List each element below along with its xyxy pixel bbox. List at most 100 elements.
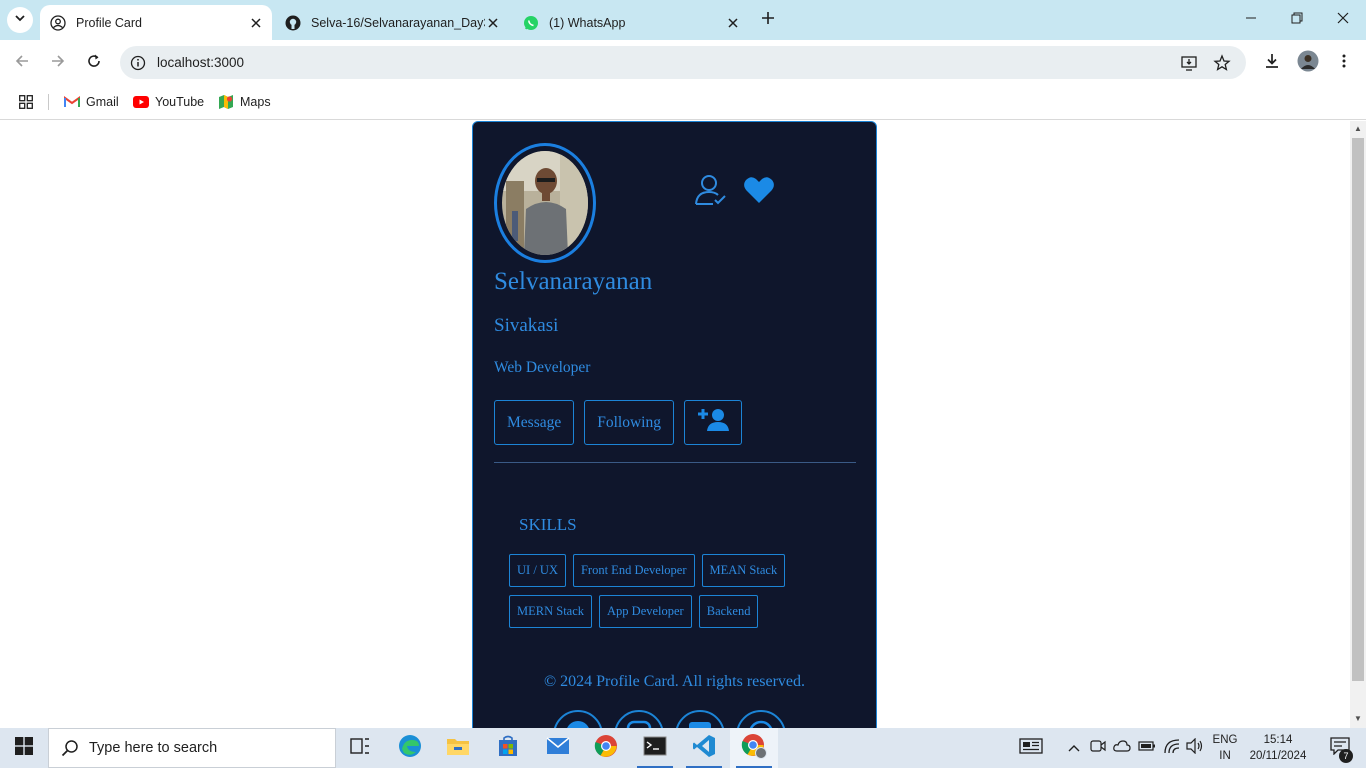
store-app[interactable]: [484, 728, 532, 768]
hidden-icons-button[interactable]: [1064, 728, 1084, 768]
profile-avatar-button[interactable]: [1296, 50, 1320, 77]
battery-button[interactable]: [1136, 728, 1158, 768]
region-code: IN: [1219, 750, 1231, 762]
skill-chip: UI / UX: [509, 554, 566, 587]
whatsapp-icon: [523, 15, 539, 31]
arrow-left-icon: [14, 53, 30, 74]
close-window-button[interactable]: [1320, 0, 1366, 40]
menu-button[interactable]: [1332, 51, 1356, 75]
input-language[interactable]: ENG IN: [1208, 732, 1242, 764]
bookmark-label: Maps: [240, 95, 271, 109]
tab-github[interactable]: Selva-16/Selvanarayanan_Day3: [275, 5, 509, 40]
bookmark-maps[interactable]: Maps: [218, 92, 271, 112]
onedrive-button[interactable]: [1111, 728, 1133, 768]
github-link[interactable]: [736, 710, 786, 728]
site-info-icon[interactable]: [128, 53, 148, 73]
notification-count: 7: [1339, 749, 1353, 763]
back-button[interactable]: [10, 51, 34, 75]
downloads-button[interactable]: [1260, 51, 1284, 75]
user-check-icon[interactable]: [693, 172, 729, 208]
network-button[interactable]: [1161, 728, 1183, 768]
system-clock[interactable]: 15:14 20/11/2024: [1244, 732, 1312, 764]
terminal-icon: [643, 736, 667, 761]
minimize-icon: [1245, 11, 1257, 29]
news-widget-button[interactable]: [1014, 728, 1048, 768]
bookmark-label: YouTube: [155, 95, 205, 109]
new-tab-button[interactable]: [758, 10, 778, 30]
gmail-icon: [64, 94, 80, 110]
chrome-app[interactable]: [582, 728, 630, 768]
add-friend-button[interactable]: [683, 400, 742, 445]
message-button[interactable]: Message: [494, 400, 575, 445]
forward-button[interactable]: [46, 51, 70, 75]
card-footer: © 2024 Profile Card. All rights reserved…: [544, 673, 805, 690]
search-icon: [61, 739, 79, 757]
linkedin-link[interactable]: [675, 710, 725, 728]
language-code: ENG: [1212, 734, 1238, 746]
apps-button[interactable]: [18, 92, 40, 112]
vscode-app[interactable]: [680, 728, 728, 768]
file-explorer-icon: [446, 736, 470, 761]
bookmark-label: Gmail: [86, 95, 119, 109]
close-icon: [1337, 11, 1349, 29]
avatar: [1297, 50, 1319, 77]
tab-whatsapp[interactable]: (1) WhatsApp: [513, 5, 749, 40]
chrome-profile-app[interactable]: [730, 728, 778, 768]
terminal-app[interactable]: [631, 728, 679, 768]
install-app-icon[interactable]: [1179, 53, 1199, 73]
instagram-link[interactable]: [614, 710, 664, 728]
following-button[interactable]: Following: [584, 400, 674, 445]
taskbar-search[interactable]: Type here to search: [48, 728, 336, 768]
address-bar[interactable]: localhost:3000: [120, 46, 1246, 79]
mail-app[interactable]: [534, 728, 582, 768]
volume-icon: [1186, 737, 1204, 759]
meet-now-button[interactable]: [1088, 728, 1108, 768]
tab-profile-card[interactable]: Profile Card: [40, 5, 272, 40]
page-scrollbar[interactable]: ▲ ▼: [1350, 121, 1366, 728]
scroll-down-icon[interactable]: ▼: [1354, 715, 1362, 723]
reload-button[interactable]: [82, 51, 106, 75]
bookmark-youtube[interactable]: YouTube: [133, 92, 204, 112]
clock-date: 20/11/2024: [1249, 750, 1307, 762]
volume-button[interactable]: [1184, 728, 1206, 768]
apps-grid-icon: [18, 94, 34, 110]
scrollbar-thumb[interactable]: [1352, 138, 1364, 681]
instagram-icon: [626, 720, 652, 728]
start-button[interactable]: [0, 728, 48, 768]
facebook-link[interactable]: [553, 710, 603, 728]
edge-app[interactable]: [386, 728, 434, 768]
close-icon[interactable]: [725, 15, 741, 31]
notifications-button[interactable]: 7: [1320, 728, 1360, 768]
cloud-icon: [1113, 739, 1131, 758]
profile-icon: [50, 14, 66, 31]
task-view-button[interactable]: [336, 728, 384, 768]
plus-icon: [761, 11, 775, 30]
close-icon[interactable]: [485, 15, 501, 31]
tab-title: Selva-16/Selvanarayanan_Day3: [311, 15, 485, 30]
skill-chip: MEAN Stack: [701, 554, 786, 587]
restore-button[interactable]: [1274, 0, 1320, 40]
file-explorer-app[interactable]: [434, 728, 482, 768]
minimize-button[interactable]: [1228, 0, 1274, 40]
bookmarks-divider: [48, 94, 49, 110]
browser-toolbar: localhost:3000: [0, 40, 1366, 85]
github-icon: [748, 720, 774, 728]
clock-time: 15:14: [1263, 734, 1293, 746]
tab-search-button[interactable]: [7, 7, 33, 33]
url-text[interactable]: localhost:3000: [157, 55, 244, 70]
store-icon: [497, 735, 519, 762]
chrome-profile-icon: [741, 733, 767, 764]
close-icon[interactable]: [248, 15, 264, 31]
action-buttons: Message Following: [494, 400, 742, 445]
skill-chip: Front End Developer: [572, 554, 695, 587]
bookmark-star-icon[interactable]: [1212, 53, 1232, 73]
bookmark-gmail[interactable]: Gmail: [64, 92, 119, 112]
news-icon: [1019, 737, 1043, 759]
tab-title: (1) WhatsApp: [549, 15, 626, 30]
heart-icon[interactable]: [743, 176, 775, 204]
scroll-up-icon[interactable]: ▲: [1354, 125, 1362, 133]
windows-taskbar: Type here to search ENG IN 15:14 20/11/2…: [0, 728, 1366, 768]
windows-logo-icon: [15, 736, 33, 760]
task-view-icon: [350, 737, 370, 760]
camera-icon: [1090, 739, 1106, 758]
